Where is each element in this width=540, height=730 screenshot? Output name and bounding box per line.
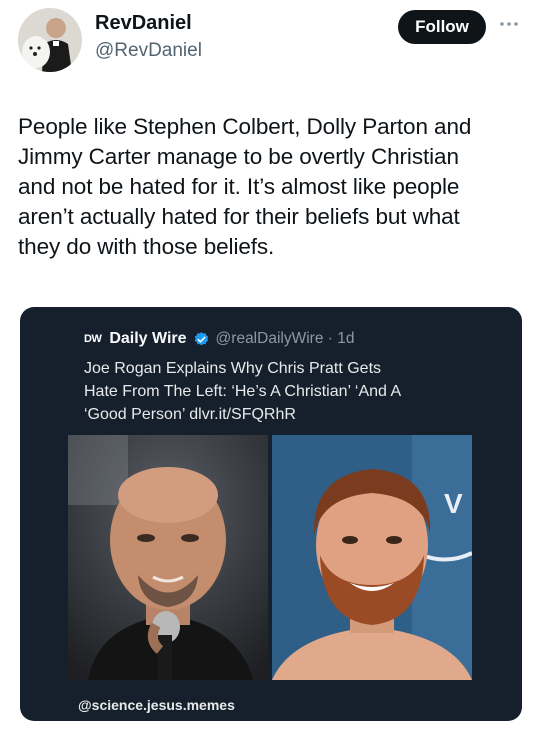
author-display-name[interactable]: RevDaniel bbox=[95, 12, 192, 35]
quoted-tweet-header: DW Daily Wire @realDailyWire · 1d bbox=[84, 327, 354, 351]
verified-badge-icon bbox=[194, 331, 208, 345]
tweet-line: they do with those beliefs. bbox=[18, 234, 275, 259]
daily-wire-logo: DW bbox=[84, 333, 102, 345]
follow-button[interactable]: Follow bbox=[398, 10, 486, 44]
backdrop-logo-letter: V bbox=[444, 488, 463, 519]
quoted-line: Hate From The Left: ‘He’s A Christian’ ‘… bbox=[84, 383, 402, 400]
chris-pratt-photo: V bbox=[272, 435, 472, 680]
quoted-line: ‘Good Person’ dlvr.it/SFQRhR bbox=[84, 406, 296, 423]
quoted-handle-time: @realDailyWire · 1d bbox=[215, 330, 355, 347]
tweet-line: People like Stephen Colbert, Dolly Parto… bbox=[18, 114, 472, 139]
more-horizontal-icon[interactable] bbox=[497, 16, 521, 32]
tweet-line: Jimmy Carter manage to be overtly Christ… bbox=[18, 144, 459, 169]
tweet-line: and not be hated for it. It’s almost lik… bbox=[18, 174, 460, 199]
tweet-text: People like Stephen Colbert, Dolly Parto… bbox=[18, 112, 528, 262]
watermark-text: @science.jesus.memes bbox=[78, 697, 235, 713]
tweet-line: aren’t actually hated for their beliefs … bbox=[18, 204, 460, 229]
joe-rogan-photo bbox=[68, 435, 268, 680]
avatar-image bbox=[18, 8, 82, 72]
quoted-line: Joe Rogan Explains Why Chris Pratt Gets bbox=[84, 360, 382, 377]
author-handle[interactable]: @RevDaniel bbox=[95, 40, 202, 62]
tweet-header: RevDaniel @RevDaniel Follow bbox=[0, 0, 540, 90]
avatar[interactable] bbox=[18, 8, 82, 72]
quoted-source-name: Daily Wire bbox=[109, 330, 187, 347]
quoted-image-card[interactable]: DW Daily Wire @realDailyWire · 1d Joe Ro… bbox=[20, 307, 522, 721]
quoted-tweet-text: Joe Rogan Explains Why Chris Pratt Gets … bbox=[84, 357, 484, 426]
